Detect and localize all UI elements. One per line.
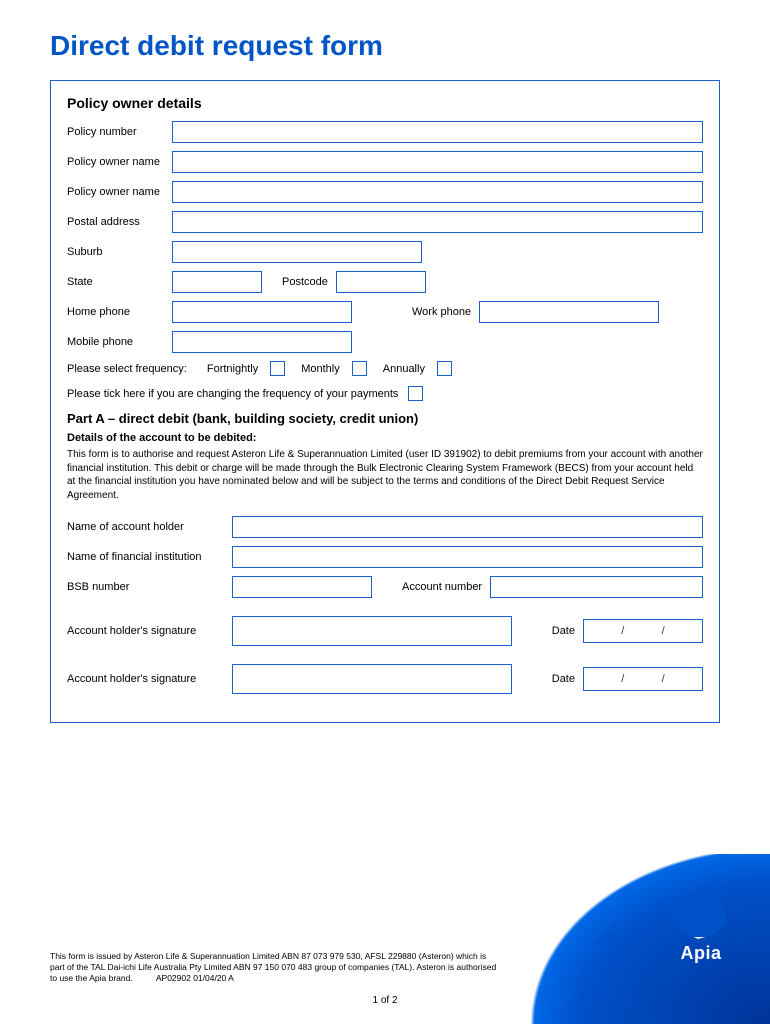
- label-date-1: Date: [552, 625, 575, 637]
- input-postal-address[interactable]: [172, 211, 703, 233]
- paragraph-details: This form is to authorise and request As…: [67, 448, 703, 502]
- checkbox-monthly[interactable]: [352, 361, 367, 376]
- label-signature-2: Account holder's signature: [67, 673, 232, 685]
- footer-disclaimer: This form is issued by Asteron Life & Su…: [50, 951, 500, 984]
- page-title: Direct debit request form: [0, 0, 770, 80]
- logo-text: Apia: [672, 943, 730, 964]
- australia-map-icon: [672, 891, 730, 939]
- input-policy-number[interactable]: [172, 121, 703, 143]
- input-work-phone[interactable]: [479, 301, 659, 323]
- label-signature-1: Account holder's signature: [67, 625, 232, 637]
- label-institution: Name of financial institution: [67, 551, 232, 563]
- section-policy-owner: Policy owner details: [67, 95, 703, 111]
- date-sep: /: [621, 673, 624, 685]
- label-account-number: Account number: [402, 581, 482, 593]
- label-state: State: [67, 276, 172, 288]
- label-policy-number: Policy number: [67, 126, 172, 138]
- checkbox-annually[interactable]: [437, 361, 452, 376]
- input-signature-1[interactable]: [232, 616, 512, 646]
- label-fortnightly: Fortnightly: [207, 363, 258, 375]
- label-account-holder: Name of account holder: [67, 521, 232, 533]
- input-institution[interactable]: [232, 546, 703, 568]
- input-home-phone[interactable]: [172, 301, 352, 323]
- label-annually: Annually: [383, 363, 425, 375]
- input-suburb[interactable]: [172, 241, 422, 263]
- apia-logo: Apia: [672, 891, 730, 964]
- label-work-phone: Work phone: [412, 306, 471, 318]
- input-account-number[interactable]: [490, 576, 703, 598]
- date-sep: /: [662, 625, 665, 637]
- label-postal-address: Postal address: [67, 216, 172, 228]
- label-change-frequency: Please tick here if you are changing the…: [67, 388, 398, 400]
- input-account-holder[interactable]: [232, 516, 703, 538]
- date-sep: /: [662, 673, 665, 685]
- label-date-2: Date: [552, 673, 575, 685]
- label-home-phone: Home phone: [67, 306, 172, 318]
- label-suburb: Suburb: [67, 246, 172, 258]
- section-part-a: Part A – direct debit (bank, building so…: [67, 411, 703, 426]
- input-policy-owner-1[interactable]: [172, 151, 703, 173]
- input-date-2[interactable]: / /: [583, 667, 703, 691]
- label-postcode: Postcode: [282, 276, 328, 288]
- input-signature-2[interactable]: [232, 664, 512, 694]
- input-state[interactable]: [172, 271, 262, 293]
- input-postcode[interactable]: [336, 271, 426, 293]
- label-monthly: Monthly: [301, 363, 340, 375]
- label-policy-owner-2: Policy owner name: [67, 186, 172, 198]
- input-policy-owner-2[interactable]: [172, 181, 703, 203]
- heading-details: Details of the account to be debited:: [67, 432, 703, 444]
- label-policy-owner-1: Policy owner name: [67, 156, 172, 168]
- checkbox-fortnightly[interactable]: [270, 361, 285, 376]
- checkbox-change-frequency[interactable]: [408, 386, 423, 401]
- date-sep: /: [621, 625, 624, 637]
- input-date-1[interactable]: / /: [583, 619, 703, 643]
- label-bsb: BSB number: [67, 581, 232, 593]
- label-frequency-prompt: Please select frequency:: [67, 363, 187, 375]
- label-mobile-phone: Mobile phone: [67, 336, 172, 348]
- input-bsb[interactable]: [232, 576, 372, 598]
- input-mobile-phone[interactable]: [172, 331, 352, 353]
- form-container: Policy owner details Policy number Polic…: [50, 80, 720, 723]
